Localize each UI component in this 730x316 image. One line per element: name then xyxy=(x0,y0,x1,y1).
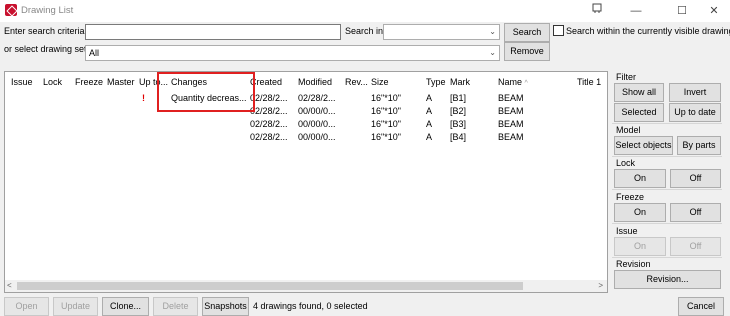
col-header-type[interactable]: Type xyxy=(426,77,446,87)
row-name[interactable]: BEAM xyxy=(498,93,524,103)
col-header-name-label: Name xyxy=(498,77,523,87)
search-in-label: Search in xyxy=(345,26,384,36)
chevron-down-icon: ⌄ xyxy=(489,27,496,36)
issue-on-button[interactable]: On xyxy=(614,237,666,256)
row-name[interactable]: BEAM xyxy=(498,106,524,116)
col-header-modified[interactable]: Modified xyxy=(298,77,332,87)
divider xyxy=(612,123,722,124)
col-header-mark[interactable]: Mark xyxy=(450,77,470,87)
row-modified[interactable]: 02/28/2... xyxy=(298,93,336,103)
maximize-button[interactable]: ☐ xyxy=(667,0,697,22)
row-size[interactable]: 16"*10" xyxy=(371,132,401,142)
divider xyxy=(612,223,722,224)
model-label: Model xyxy=(616,125,641,135)
show-all-button[interactable]: Show all xyxy=(614,83,664,102)
cancel-button[interactable]: Cancel xyxy=(678,297,724,316)
row-size[interactable]: 16"*10" xyxy=(371,93,401,103)
col-header-lock[interactable]: Lock xyxy=(43,77,62,87)
search-criteria-input[interactable] xyxy=(85,24,341,40)
issue-label: Issue xyxy=(616,226,638,236)
freeze-label: Freeze xyxy=(616,192,645,202)
col-header-issue[interactable]: Issue xyxy=(11,77,33,87)
lock-label: Lock xyxy=(616,158,636,168)
search-criteria-label: Enter search criteria: xyxy=(4,26,88,36)
lock-on-button[interactable]: On xyxy=(614,169,666,188)
scrollbar-thumb[interactable] xyxy=(17,282,523,290)
open-button[interactable]: Open xyxy=(4,297,49,316)
search-in-select[interactable]: ⌄ xyxy=(383,24,500,40)
row-mark[interactable]: [B3] xyxy=(450,119,466,129)
close-button[interactable]: ✕ xyxy=(699,0,729,22)
delete-button[interactable]: Delete xyxy=(153,297,198,316)
sort-ascending-icon: ^ xyxy=(524,80,528,87)
status-text: 4 drawings found, 0 selected xyxy=(253,301,368,311)
drawing-set-select[interactable]: All ⌄ xyxy=(85,45,500,61)
freeze-on-button[interactable]: On xyxy=(614,203,666,222)
up-to-date-button[interactable]: Up to date xyxy=(669,103,721,122)
col-header-master[interactable]: Master xyxy=(107,77,135,87)
visible-only-checkbox[interactable] xyxy=(553,25,564,36)
freeze-off-button[interactable]: Off xyxy=(670,203,721,222)
row-created[interactable]: 02/28/2... xyxy=(250,93,288,103)
row-modified[interactable]: 00/00/0... xyxy=(298,132,336,142)
changes-highlight-box xyxy=(157,72,255,112)
row-created[interactable]: 02/28/2... xyxy=(250,106,288,116)
visible-only-label: Search within the currently visible draw… xyxy=(566,26,730,36)
drawing-set-value: All xyxy=(89,48,100,58)
update-button[interactable]: Update xyxy=(53,297,98,316)
lock-off-button[interactable]: Off xyxy=(670,169,721,188)
minimize-button[interactable]: — xyxy=(621,0,651,22)
row-size[interactable]: 16"*10" xyxy=(371,106,401,116)
col-header-title1[interactable]: Title 1 xyxy=(577,77,601,87)
row-name[interactable]: BEAM xyxy=(498,132,524,142)
row-modified[interactable]: 00/00/0... xyxy=(298,119,336,129)
row-mark[interactable]: [B2] xyxy=(450,106,466,116)
col-header-size[interactable]: Size xyxy=(371,77,389,87)
col-header-freeze[interactable]: Freeze xyxy=(75,77,103,87)
filter-label: Filter xyxy=(616,72,636,82)
revision-button[interactable]: Revision... xyxy=(614,270,721,289)
select-objects-button[interactable]: Select objects xyxy=(614,136,673,155)
by-parts-button[interactable]: By parts xyxy=(677,136,721,155)
issue-off-button[interactable]: Off xyxy=(670,237,721,256)
app-logo-icon xyxy=(5,4,17,16)
row-type[interactable]: A xyxy=(426,132,432,142)
horizontal-scrollbar[interactable]: < > xyxy=(5,280,607,292)
col-header-name[interactable]: Name ^ xyxy=(498,77,528,87)
drawing-set-label: or select drawing set xyxy=(4,44,87,54)
row-type[interactable]: A xyxy=(426,106,432,116)
window-title: Drawing List xyxy=(21,5,74,16)
warning-icon: ! xyxy=(142,93,145,103)
row-modified[interactable]: 00/00/0... xyxy=(298,106,336,116)
clone-button[interactable]: Clone... xyxy=(102,297,149,316)
scroll-right-icon[interactable]: > xyxy=(598,280,603,292)
divider xyxy=(612,189,722,190)
remove-button[interactable]: Remove xyxy=(504,42,550,61)
search-button[interactable]: Search xyxy=(504,23,550,42)
selected-button[interactable]: Selected xyxy=(614,103,664,122)
row-mark[interactable]: [B1] xyxy=(450,93,466,103)
scroll-left-icon[interactable]: < xyxy=(7,280,12,292)
drawing-table[interactable]: Issue Lock Freeze Master Up to... Change… xyxy=(4,71,608,293)
divider xyxy=(612,156,722,157)
row-type[interactable]: A xyxy=(426,119,432,129)
row-type[interactable]: A xyxy=(426,93,432,103)
row-name[interactable]: BEAM xyxy=(498,119,524,129)
row-mark[interactable]: [B4] xyxy=(450,132,466,142)
col-header-revision[interactable]: Rev... xyxy=(345,77,368,87)
divider xyxy=(612,257,722,258)
invert-button[interactable]: Invert xyxy=(669,83,721,102)
row-created[interactable]: 02/28/2... xyxy=(250,119,288,129)
row-size[interactable]: 16"*10" xyxy=(371,119,401,129)
snapshots-button[interactable]: Snapshots xyxy=(202,297,249,316)
chevron-down-icon: ⌄ xyxy=(489,48,496,57)
revision-label: Revision xyxy=(616,259,651,269)
title-bar: Drawing List — ☐ ✕ xyxy=(0,0,730,22)
pin-icon[interactable] xyxy=(582,0,612,22)
row-created[interactable]: 02/28/2... xyxy=(250,132,288,142)
